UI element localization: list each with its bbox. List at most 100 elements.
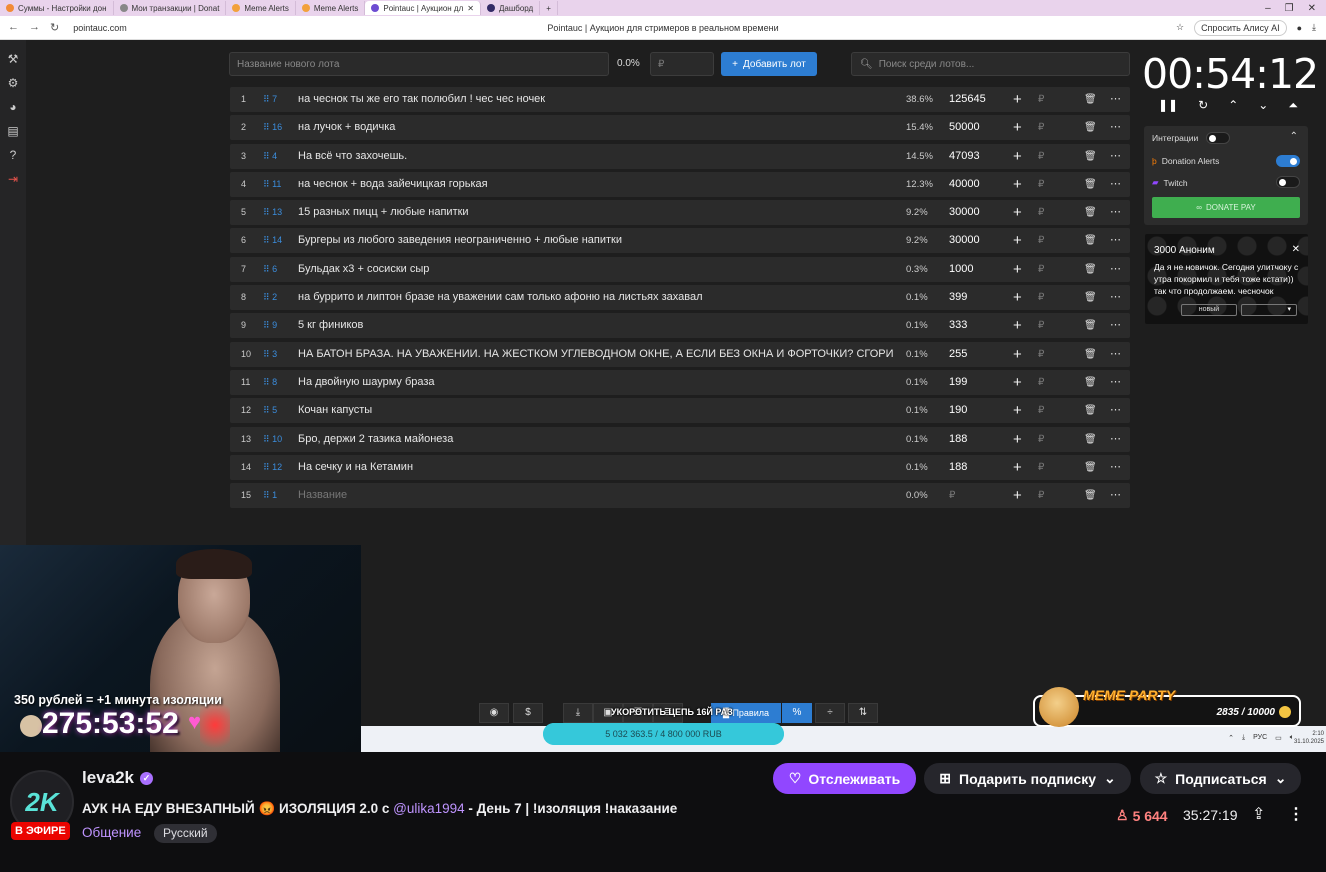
add-amount-icon[interactable]: + [1013, 257, 1022, 282]
lot-id[interactable]: ⠿ 9 [263, 313, 277, 338]
forward-icon[interactable]: → [29, 21, 40, 34]
lot-id[interactable]: ⠿ 7 [263, 87, 277, 112]
back-icon[interactable]: ← [8, 21, 19, 34]
ruble-input-icon[interactable]: ₽ [1038, 228, 1044, 253]
trash-icon[interactable]: 🗑︎ [1084, 427, 1097, 452]
lot-row[interactable]: 3 ⠿ 4 На всё что захочешь. 14.5% 47093 + ₽ 🗑︎ ⋯ [230, 143, 1130, 169]
ruble-input-icon[interactable]: ₽ [1038, 398, 1044, 423]
alert-status[interactable]: новый [1181, 304, 1237, 316]
lot-id[interactable]: ⠿ 4 [263, 144, 277, 169]
lot-row[interactable]: 12 ⠿ 5 Кочан капусты 0.1% 190 + ₽ 🗑︎ ⋯ [230, 398, 1130, 424]
pause-icon[interactable]: ❚❚ [1158, 98, 1178, 113]
tab-2[interactable]: Мои транзакции | Donat [114, 1, 227, 15]
lot-row[interactable]: 7 ⠿ 6 Бульдак x3 + сосиски сыр 0.3% 1000 + ₽ 🗑︎… [230, 256, 1130, 282]
lot-name[interactable]: Кочан капусты [298, 398, 893, 423]
lot-name[interactable]: 5 кг фиников [298, 313, 893, 338]
lot-row[interactable]: 15 ⠿ 1 Название 0.0% ₽ + ₽ 🗑︎ ⋯ [230, 483, 1130, 509]
trash-icon[interactable]: 🗑︎ [1084, 257, 1097, 282]
ruble-input-icon[interactable]: ₽ [1038, 200, 1044, 225]
add-amount-icon[interactable]: + [1013, 115, 1022, 140]
lot-search[interactable]: 🔍︎ [851, 52, 1130, 76]
ruble-input-icon[interactable]: ₽ [1038, 87, 1044, 112]
lot-row[interactable]: 11 ⠿ 8 На двойную шаурму браза 0.1% 199 + ₽ 🗑︎ ⋯ [230, 369, 1130, 395]
lot-row[interactable]: 4 ⠿ 11 на чеснок + вода зайечицкая горька… [230, 171, 1130, 197]
ask-alice-button[interactable]: Спросить Алису AI [1194, 19, 1287, 36]
tab-6[interactable]: Дашборд [481, 1, 541, 15]
more-icon[interactable]: ⋯ [1110, 455, 1121, 480]
mention-link[interactable]: @ulika1994 [393, 801, 465, 816]
history-icon[interactable]: ▤ [7, 124, 18, 138]
add-amount-icon[interactable]: + [1013, 342, 1022, 367]
lot-name[interactable]: на чеснок + вода зайечицкая горькая [298, 172, 893, 197]
dollar-icon[interactable]: $ [513, 703, 543, 723]
more-icon[interactable]: ⋯ [1110, 200, 1121, 225]
trash-icon[interactable]: 🗑︎ [1084, 200, 1097, 225]
more-icon[interactable]: ⋯ [1110, 115, 1121, 140]
lot-id[interactable]: ⠿ 10 [263, 427, 282, 452]
gift-sub-button[interactable]: ⊞ Подарить подписку ⌄ [924, 763, 1131, 794]
more-icon[interactable]: ⋯ [1110, 342, 1121, 367]
lot-name[interactable]: на чеснок ты же его так полюбил ! чес че… [298, 87, 893, 112]
ruble-input-icon[interactable]: ₽ [1038, 115, 1044, 140]
lot-id[interactable]: ⠿ 5 [263, 398, 277, 423]
lot-name[interactable]: 15 разных пицц + любые напитки [298, 200, 893, 225]
percent-icon[interactable]: % [782, 703, 812, 723]
logout-icon[interactable]: ⇥ [8, 172, 18, 186]
more-icon[interactable]: ⋯ [1110, 257, 1121, 282]
new-tab-button[interactable]: + [540, 1, 558, 15]
lot-row[interactable]: 5 ⠿ 13 15 разных пицц + любые напитки 9.2% 3… [230, 200, 1130, 226]
add-amount-icon[interactable]: + [1013, 200, 1022, 225]
language-tag[interactable]: Русский [154, 824, 217, 843]
tab-3[interactable]: Meme Alerts [226, 1, 296, 15]
add-amount-icon[interactable]: + [1013, 370, 1022, 395]
lot-row[interactable]: 1 ⠿ 7 на чеснок ты же его так полюбил ! че… [230, 87, 1130, 112]
trash-icon[interactable]: 🗑︎ [1084, 313, 1097, 338]
ruble-input-icon[interactable]: ₽ [1038, 342, 1044, 367]
lot-row[interactable]: 10 ⠿ 3 НА БАТОН БРАЗА. НА УВАЖЕНИИ. НА ЖЕС… [230, 341, 1130, 367]
trash-icon[interactable]: 🗑︎ [1084, 144, 1097, 169]
add-amount-icon[interactable]: + [1013, 285, 1022, 310]
lot-id[interactable]: ⠿ 14 [263, 228, 282, 253]
ruble-input-icon[interactable]: ₽ [1038, 313, 1044, 338]
lot-name[interactable]: На всё что захочешь. [298, 144, 893, 169]
lot-id[interactable]: ⠿ 3 [263, 342, 277, 367]
close-window-icon[interactable]: ✕ [1308, 3, 1316, 14]
more-icon[interactable]: ⋯ [1110, 398, 1121, 423]
channel-name[interactable]: leva2k [82, 768, 134, 788]
add-amount-icon[interactable]: + [1013, 87, 1022, 112]
trash-icon[interactable]: 🗑︎ [1084, 228, 1097, 253]
download-icon[interactable]: ⤓ [1312, 22, 1316, 33]
trash-icon[interactable]: 🗑︎ [1084, 455, 1097, 480]
add-amount-icon[interactable]: + [1013, 455, 1022, 480]
add-lot-button[interactable]: + Добавить лот [721, 52, 817, 76]
github-icon[interactable]: ◉ [479, 703, 509, 723]
lot-id[interactable]: ⠿ 11 [263, 172, 281, 197]
chevron-up-icon[interactable]: ⌃ [1228, 734, 1234, 742]
follow-button[interactable]: ♡ Отслеживать [773, 763, 916, 794]
more-icon[interactable]: ⋯ [1110, 427, 1121, 452]
trash-icon[interactable]: 🗑︎ [1084, 370, 1097, 395]
more-icon[interactable]: ⋯ [1110, 483, 1121, 508]
lot-name[interactable]: Бургеры из любого заведения неограниченн… [298, 228, 893, 253]
wheel-icon[interactable]: ◕ [9, 100, 16, 114]
add-amount-icon[interactable]: + [1013, 427, 1022, 452]
lot-row[interactable]: 14 ⠿ 12 На сечку и на Кетамин 0.1% 188 + ₽ 🗑︎ ⋯ [230, 454, 1130, 480]
subscribe-button[interactable]: ☆ Подписаться ⌄ [1140, 763, 1301, 794]
lot-name[interactable]: Бро, держи 2 тазика майонеза [298, 427, 893, 452]
ruble-input-icon[interactable]: ₽ [1038, 257, 1044, 282]
donation-alerts-toggle[interactable] [1276, 155, 1300, 167]
double-chevron-up-icon[interactable]: ⏶ [1288, 98, 1298, 113]
alert-dropdown[interactable]: ▾ [1241, 304, 1297, 316]
add-amount-icon[interactable]: + [1013, 144, 1022, 169]
ruble-input-icon[interactable]: ₽ [1038, 285, 1044, 310]
more-icon[interactable]: ⋯ [1110, 144, 1121, 169]
trash-icon[interactable]: 🗑︎ [1084, 398, 1097, 423]
settings-icon[interactable]: ⚙ [8, 76, 19, 90]
lot-name[interactable]: Бульдак x3 + сосиски сыр [298, 257, 893, 282]
lot-name[interactable]: Название [298, 483, 893, 508]
share-icon[interactable]: ⇪ [1252, 804, 1265, 824]
lot-row[interactable]: 2 ⠿ 16 на лучок + водичка 15.4% 50000 + ₽ 🗑︎ ⋯ [230, 115, 1130, 141]
add-amount-icon[interactable]: + [1013, 172, 1022, 197]
restart-icon[interactable]: ↻ [1198, 98, 1208, 113]
lot-name[interactable]: на буррито и липтон бразе на уважении са… [298, 285, 893, 310]
